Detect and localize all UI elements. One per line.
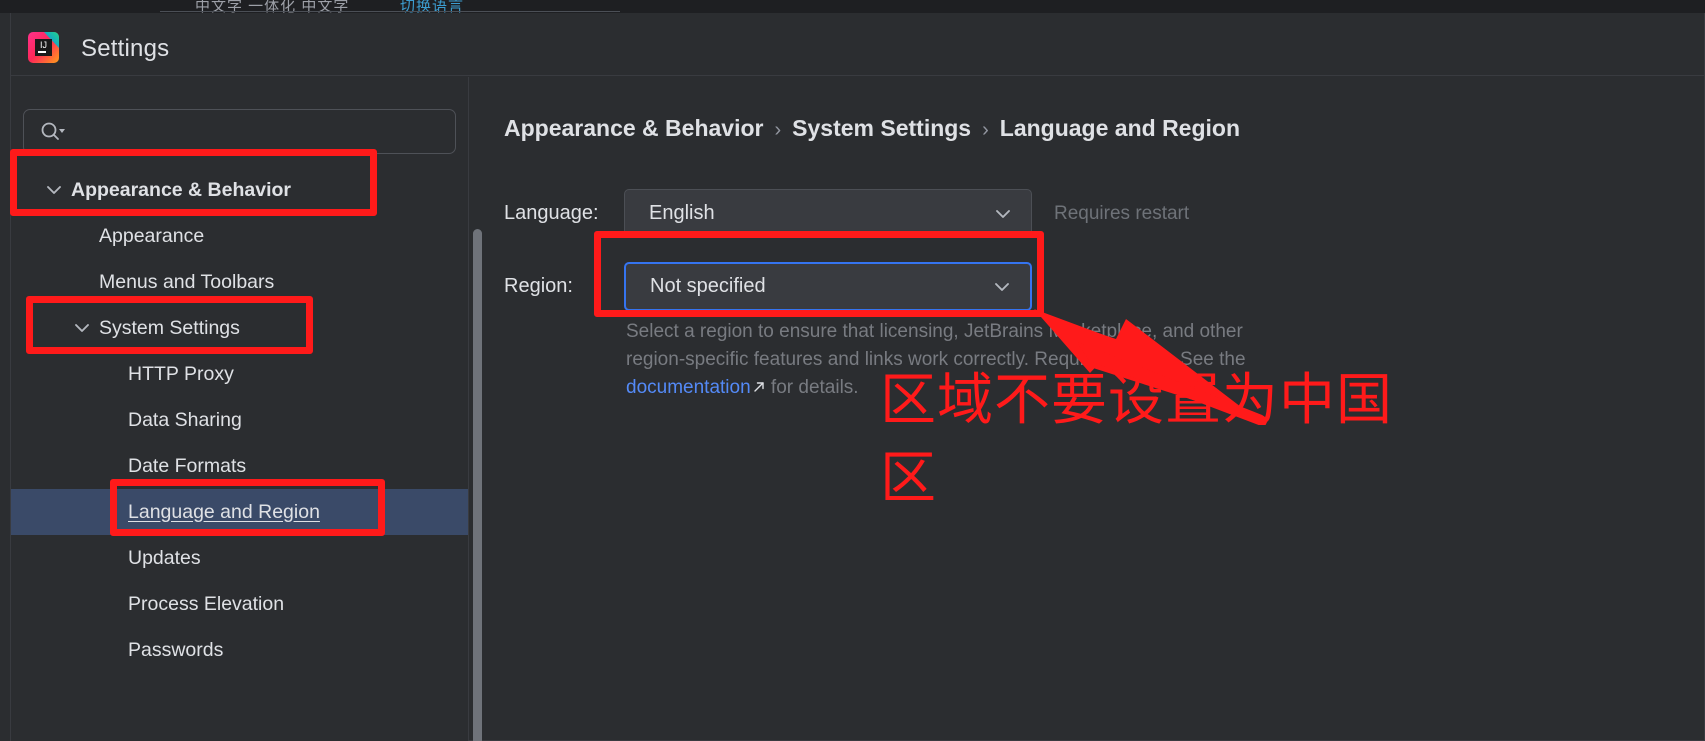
sidebar-item-label: Passwords xyxy=(128,638,224,661)
chevron-down-icon xyxy=(993,204,1013,224)
region-description: Select a region to ensure that licensing… xyxy=(626,318,1294,402)
breadcrumb-separator: › xyxy=(774,119,782,141)
region-combobox[interactable]: Not specified xyxy=(624,262,1032,311)
sidebar-item-updates[interactable]: Updates xyxy=(11,535,468,581)
background-divider xyxy=(160,11,620,12)
sidebar-item-label: Process Elevation xyxy=(128,592,285,615)
sidebar-item-date-formats[interactable]: Date Formats xyxy=(11,443,468,489)
requires-restart-hint: Requires restart xyxy=(1054,202,1190,224)
window-title: Settings xyxy=(81,35,170,62)
external-link-icon xyxy=(752,375,766,392)
language-value: English xyxy=(649,202,715,224)
dialog-titlebar: IJ Settings xyxy=(11,13,1704,76)
settings-dialog: IJ Settings Appearance & Behavior Appeara… xyxy=(10,13,1705,741)
sidebar-item-label: Appearance & Behavior xyxy=(71,178,291,201)
breadcrumb-part[interactable]: System Settings xyxy=(792,115,971,141)
sidebar-item-appearance-behavior[interactable]: Appearance & Behavior xyxy=(11,167,468,213)
sidebar-item-http-proxy[interactable]: HTTP Proxy xyxy=(11,351,468,397)
search-box[interactable] xyxy=(23,109,456,155)
language-row: Language: English Requires restart xyxy=(504,189,1189,238)
sidebar-item-data-sharing[interactable]: Data Sharing xyxy=(11,397,468,443)
search-input[interactable] xyxy=(76,110,450,155)
chevron-down-icon xyxy=(992,277,1012,297)
search-icon xyxy=(40,121,66,143)
breadcrumb-part[interactable]: Language and Region xyxy=(1000,115,1240,141)
settings-tree: Appearance & Behavior Appearance Menus and… xyxy=(11,167,468,741)
sidebar-item-label: Appearance xyxy=(99,224,205,247)
settings-window-screenshot: 中文字 一体化 中文字 切换语言 IJ Settings Appearance … xyxy=(0,0,1705,741)
sidebar-item-language-and-region[interactable]: Language and Region xyxy=(11,489,468,535)
settings-main-panel: Appearance & Behavior › System Settings › La… xyxy=(470,77,1705,741)
chevron-down-icon[interactable] xyxy=(72,318,92,338)
documentation-link[interactable]: documentation xyxy=(626,377,751,398)
breadcrumb-separator: › xyxy=(982,119,989,141)
sidebar-item-passwords[interactable]: Passwords xyxy=(11,627,468,673)
sidebar-item-label: Data Sharing xyxy=(128,408,242,431)
region-description-text-after: for details. xyxy=(765,377,859,398)
sidebar-item-label: Date Formats xyxy=(128,454,247,477)
sidebar-item-menus-and-toolbars[interactable]: Menus and Toolbars xyxy=(11,259,468,305)
language-combobox[interactable]: English xyxy=(624,189,1032,238)
settings-sidebar: Appearance & Behavior Appearance Menus and… xyxy=(11,77,482,741)
sidebar-item-label: System Settings xyxy=(99,316,240,339)
breadcrumb-part[interactable]: Appearance & Behavior xyxy=(504,115,763,141)
region-value: Not specified xyxy=(650,275,766,297)
region-description-text-before: Select a region to ensure that licensing… xyxy=(626,321,1246,370)
svg-text:IJ: IJ xyxy=(40,40,47,50)
sidebar-item-label: Language and Region xyxy=(128,500,320,523)
region-label: Region: xyxy=(504,275,573,297)
sidebar-item-label: Updates xyxy=(128,546,201,569)
breadcrumb: Appearance & Behavior › System Settings › La… xyxy=(504,115,1240,142)
region-row: Region: Not specified xyxy=(504,262,1032,311)
background-editor-strip: 中文字 一体化 中文字 切换语言 xyxy=(0,0,1705,15)
sidebar-item-system-settings[interactable]: System Settings xyxy=(11,305,468,351)
sidebar-item-label: Menus and Toolbars xyxy=(99,270,275,293)
sidebar-item-appearance[interactable]: Appearance xyxy=(11,213,468,259)
intellij-idea-icon: IJ xyxy=(27,31,60,64)
sidebar-item-label: HTTP Proxy xyxy=(128,362,234,385)
language-label: Language: xyxy=(504,202,599,224)
chevron-down-icon[interactable] xyxy=(44,180,64,200)
sidebar-item-process-elevation[interactable]: Process Elevation xyxy=(11,581,468,627)
